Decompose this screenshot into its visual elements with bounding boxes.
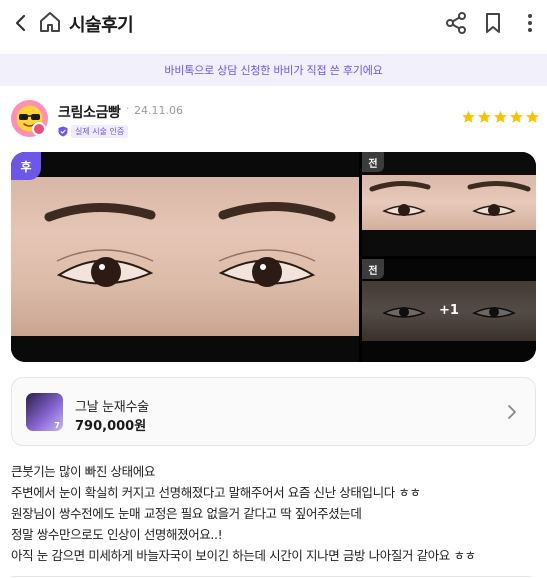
more-options-button[interactable]: [524, 11, 536, 35]
star-icon: [510, 110, 523, 123]
share-icon: [446, 12, 466, 34]
product-price: 790,000원: [75, 419, 147, 434]
avatar-badge: [32, 122, 46, 136]
thumbnail-badge: 7: [54, 421, 60, 430]
review-content: 큰붓기는 많이 빠진 상태에요 주변에서 눈이 확실히 커지고 선명해졌다고 말…: [11, 461, 541, 566]
back-button[interactable]: [10, 11, 32, 35]
star-icon: [462, 110, 475, 123]
more-photos-count[interactable]: +1: [362, 259, 536, 362]
shield-check-icon: [58, 126, 68, 136]
home-button[interactable]: [38, 10, 62, 34]
separator: ·: [126, 104, 130, 115]
info-banner: 바비톡으로 상담 신청한 바비가 직접 쓴 후기에요: [0, 54, 547, 86]
share-button[interactable]: [444, 11, 468, 35]
divider: [11, 576, 531, 577]
product-card[interactable]: 7 그날 눈재수술 790,000원: [11, 377, 536, 446]
bookmark-button[interactable]: [482, 11, 504, 35]
author-name[interactable]: 크림소금빵: [58, 102, 121, 122]
top-bar: 시술후기: [0, 0, 547, 46]
chevron-right-icon: [508, 405, 516, 419]
before-photo-1[interactable]: 전: [362, 152, 536, 256]
star-icon: [494, 110, 507, 123]
review-date: 24.11.06: [134, 104, 183, 117]
home-icon: [40, 12, 60, 32]
photo-gallery: 후 전 +1 전: [11, 152, 536, 362]
face-image: [362, 175, 536, 230]
before-tag: 전: [362, 152, 384, 172]
verified-label: 실제 시술 인증: [71, 124, 129, 138]
star-icon: [478, 110, 491, 123]
after-photo[interactable]: 후: [11, 152, 359, 362]
bookmark-icon: [486, 13, 500, 33]
review-line: 원장님이 쌍수전에도 눈매 교정은 필요 없을거 같다고 딱 짚어주셨는데: [11, 506, 362, 521]
page-title: 시술후기: [69, 15, 134, 36]
review-line: 큰붓기는 많이 빠진 상태에요: [11, 464, 155, 479]
after-tag: 후: [11, 152, 41, 180]
product-thumbnail: 7: [26, 393, 63, 431]
verified-badge: 실제 시술 인증: [58, 124, 129, 138]
rating-stars: [461, 110, 540, 125]
before-photo-2[interactable]: +1 전: [362, 259, 536, 362]
before-tag: 전: [362, 259, 384, 279]
face-image: [11, 177, 359, 336]
review-line: 아직 눈 감으면 미세하게 바늘자국이 보이긴 하는데 시간이 지나면 금방 나…: [11, 548, 476, 563]
eyes-illustration: [44, 201, 336, 287]
chevron-left-icon: [15, 14, 26, 32]
star-icon: [526, 110, 539, 123]
eyes-illustration: [369, 181, 531, 216]
more-vertical-icon: [528, 14, 532, 32]
product-name: 그날 눈재수술: [75, 400, 149, 415]
review-line: 주변에서 눈이 확실히 커지고 선명해졌다고 말해주어서 요즘 신난 상태입니다…: [11, 485, 421, 500]
review-line: 정말 쌍수만으로도 인상이 선명해졌어요..!: [11, 527, 223, 542]
